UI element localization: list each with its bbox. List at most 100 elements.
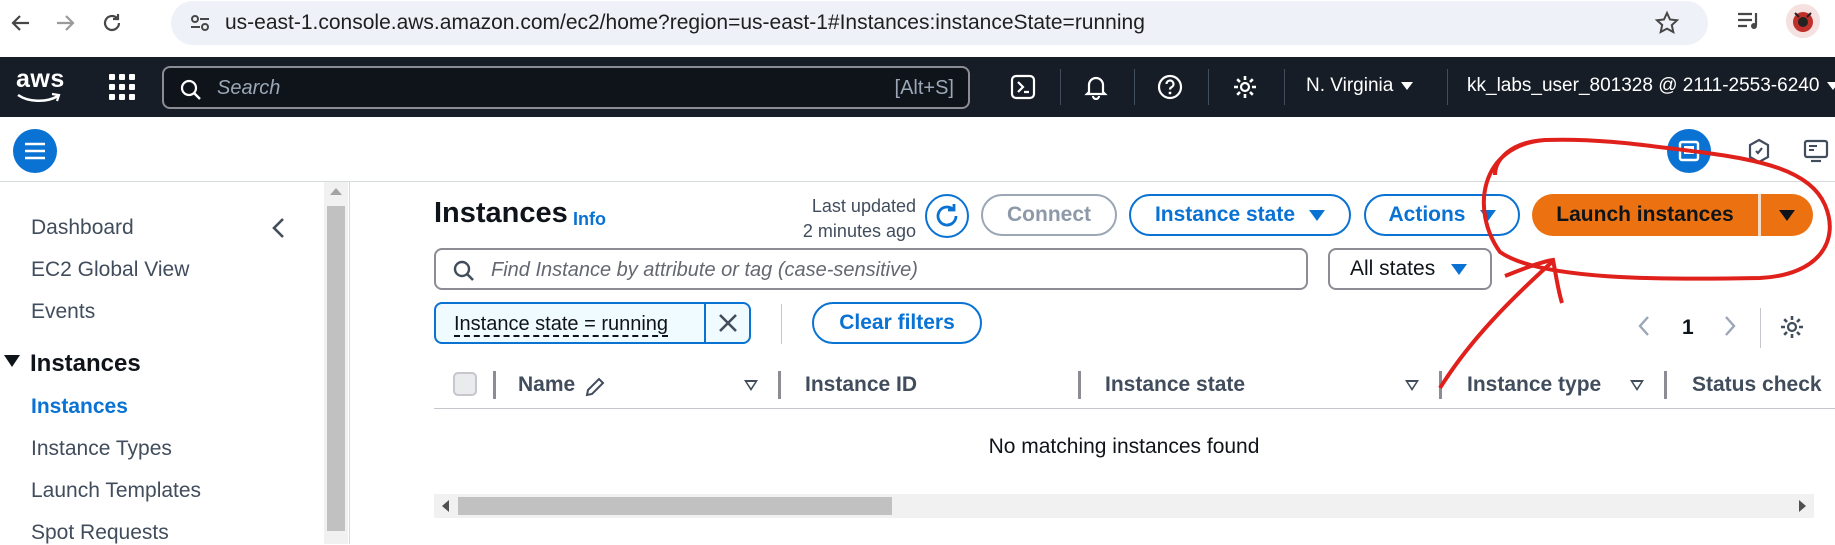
collapse-sidebar-icon[interactable] xyxy=(270,216,288,240)
column-resizer[interactable] xyxy=(778,371,781,399)
last-updated-label: Last updated xyxy=(811,196,916,216)
sort-icon[interactable] xyxy=(1630,380,1644,391)
sidebar-item-instances[interactable]: Instances xyxy=(31,395,128,419)
caret-down-icon xyxy=(1779,209,1795,221)
last-updated: Last updated 2 minutes ago xyxy=(760,194,916,244)
scrollbar-thumb[interactable] xyxy=(327,206,345,531)
page-number[interactable]: 1 xyxy=(1682,316,1694,340)
sidebar-section-instances[interactable]: Instances xyxy=(30,350,141,378)
table-horizontal-scrollbar[interactable] xyxy=(434,494,1814,518)
nav-divider xyxy=(1447,69,1448,105)
sort-icon[interactable] xyxy=(744,380,758,391)
sidebar-item-launch-templates[interactable]: Launch Templates xyxy=(31,479,201,503)
info-link[interactable]: Info xyxy=(573,209,606,230)
url-text[interactable]: us-east-1.console.aws.amazon.com/ec2/hom… xyxy=(225,11,1145,35)
aws-logo[interactable]: aws xyxy=(14,65,66,107)
site-settings-icon[interactable] xyxy=(189,12,211,34)
media-control-icon[interactable] xyxy=(1736,9,1762,33)
caret-down-icon xyxy=(1827,81,1835,90)
column-header-name[interactable]: Name xyxy=(518,373,575,397)
instance-search-placeholder: Find Instance by attribute or tag (case-… xyxy=(491,259,918,281)
scroll-left-arrow-icon[interactable] xyxy=(442,500,449,512)
sidebar-item-ec2-global-view[interactable]: EC2 Global View xyxy=(31,258,189,282)
launch-instances-button-group: Launch instances xyxy=(1532,194,1813,236)
filter-token[interactable]: Instance state = running xyxy=(434,302,751,344)
scroll-up-arrow-icon[interactable] xyxy=(330,188,342,195)
address-bar[interactable]: us-east-1.console.aws.amazon.com/ec2/hom… xyxy=(171,1,1708,45)
caret-down-icon xyxy=(1309,209,1326,221)
sidebar-item-events[interactable]: Events xyxy=(31,300,95,324)
sort-icon[interactable] xyxy=(1405,380,1419,391)
search-icon xyxy=(180,79,201,100)
column-resizer[interactable] xyxy=(493,371,496,399)
nav-divider xyxy=(1134,69,1135,105)
chevron-right-icon[interactable] xyxy=(1722,314,1738,338)
launch-instances-button[interactable]: Launch instances xyxy=(1532,194,1758,236)
avatar-icon xyxy=(1786,4,1820,38)
panel-layout-icon xyxy=(1678,140,1700,162)
security-panel-button[interactable] xyxy=(1737,129,1781,173)
sidebar-item-dashboard[interactable]: Dashboard xyxy=(31,216,134,240)
chevron-left-icon[interactable] xyxy=(1636,314,1652,338)
settings-button[interactable] xyxy=(1230,72,1260,102)
pager-divider xyxy=(1760,308,1761,348)
feedback-panel-button[interactable] xyxy=(1795,129,1835,173)
filter-token-label[interactable]: Instance state = running xyxy=(454,313,669,337)
sidebar-item-spot-requests[interactable]: Spot Requests xyxy=(31,521,169,545)
column-header-instance-state[interactable]: Instance state xyxy=(1105,373,1245,397)
scrollbar-thumb[interactable] xyxy=(458,497,892,515)
sidebar-scrollbar[interactable] xyxy=(324,182,348,544)
back-button[interactable] xyxy=(4,6,38,40)
region-selector[interactable]: N. Virginia xyxy=(1306,75,1414,97)
aws-smile-icon xyxy=(17,92,61,102)
connect-button[interactable]: Connect xyxy=(981,194,1117,236)
close-icon xyxy=(718,314,737,332)
instance-state-dropdown[interactable]: Instance state xyxy=(1129,194,1351,236)
clear-filters-button[interactable]: Clear filters xyxy=(812,302,982,344)
profile-avatar[interactable] xyxy=(1786,4,1820,38)
column-header-instance-type[interactable]: Instance type xyxy=(1467,373,1601,397)
caret-down-icon xyxy=(1401,81,1414,90)
column-resizer[interactable] xyxy=(1439,371,1442,399)
remove-filter-button[interactable] xyxy=(706,304,749,342)
state-filter-select[interactable]: All states xyxy=(1328,248,1492,290)
terminal-icon xyxy=(1010,74,1036,100)
actions-dropdown[interactable]: Actions xyxy=(1364,194,1520,236)
scroll-right-arrow-icon[interactable] xyxy=(1799,500,1806,512)
sidebar-item-instance-types[interactable]: Instance Types xyxy=(31,437,172,461)
caret-down-icon xyxy=(1451,263,1468,275)
expand-triangle-icon[interactable] xyxy=(4,355,20,367)
connect-label: Connect xyxy=(1007,203,1091,226)
annotation-arrowhead xyxy=(1504,257,1564,304)
column-resizer[interactable] xyxy=(1664,371,1667,399)
launch-options-dropdown[interactable] xyxy=(1761,194,1813,236)
refresh-button[interactable] xyxy=(925,194,969,238)
instance-state-label: Instance state xyxy=(1154,203,1296,226)
gear-icon[interactable] xyxy=(1779,314,1805,340)
reload-button[interactable] xyxy=(95,6,129,40)
help-button[interactable] xyxy=(1155,72,1185,102)
launch-instances-label: Launch instances xyxy=(1556,203,1734,226)
account-menu[interactable]: kk_labs_user_801328 @ 2111-2553-6240 xyxy=(1467,75,1835,97)
utility-bar xyxy=(0,117,1835,182)
screen-feedback-icon xyxy=(1803,139,1829,163)
notifications-button[interactable] xyxy=(1081,72,1111,102)
column-header-instance-id[interactable]: Instance ID xyxy=(805,373,917,397)
global-search-input[interactable]: Search [Alt+S] xyxy=(162,66,970,109)
services-grid-icon[interactable] xyxy=(108,73,136,101)
arrow-left-icon xyxy=(11,15,29,31)
instance-search-input[interactable]: Find Instance by attribute or tag (case-… xyxy=(434,248,1308,290)
side-navigation: Dashboard EC2 Global View Events Instanc… xyxy=(0,182,350,544)
panel-toggle-button[interactable] xyxy=(1667,129,1711,173)
cloudshell-button[interactable] xyxy=(1008,72,1038,102)
side-nav-toggle[interactable] xyxy=(13,129,57,173)
arrow-right-icon xyxy=(57,15,75,31)
select-all-checkbox[interactable] xyxy=(453,372,477,396)
clear-filters-label: Clear filters xyxy=(839,311,955,334)
star-icon[interactable] xyxy=(1654,10,1680,36)
search-shortcut: [Alt+S] xyxy=(894,77,954,99)
forward-button[interactable] xyxy=(48,6,82,40)
column-resizer[interactable] xyxy=(1078,371,1081,399)
nav-divider xyxy=(1284,69,1285,105)
column-header-status-check[interactable]: Status check xyxy=(1692,373,1822,397)
